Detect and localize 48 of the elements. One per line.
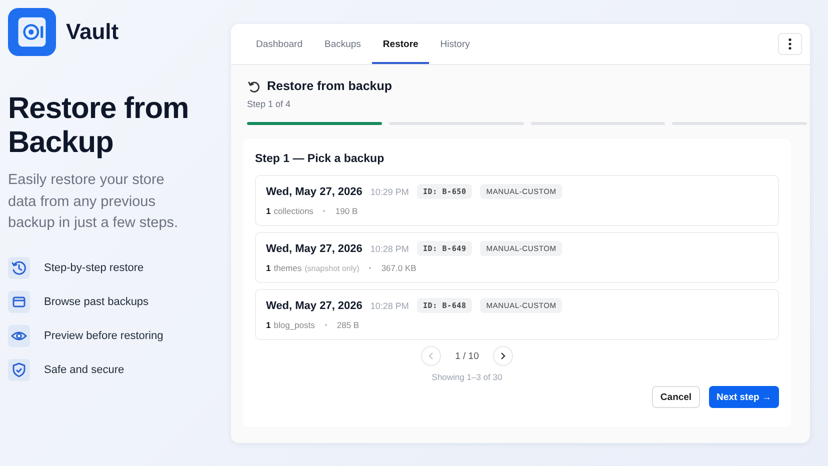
history-icon: [8, 256, 30, 278]
item-count: 1: [266, 320, 271, 330]
undo-icon: [247, 80, 260, 92]
page-indicator: 1 / 10: [455, 350, 479, 362]
more-icon: [788, 38, 792, 50]
section-title: Step 1 — Pick a backup: [255, 153, 386, 165]
next-step-button[interactable]: Next step →: [709, 386, 779, 408]
nav-tab[interactable]: Dashboard: [245, 26, 314, 64]
backup-time: 10:28 PM: [370, 244, 409, 254]
hero-subtitle: Easily restore your store data from any previous backup in just a few steps.: [8, 171, 180, 233]
separator-dot: [324, 324, 327, 326]
chevron-left-icon: [428, 352, 434, 360]
eye-icon: [8, 324, 30, 346]
backup-date: Wed, May 27, 2026: [266, 300, 362, 312]
results-summary: Showing 1–3 of 30: [432, 372, 502, 382]
backup-time: 10:28 PM: [370, 300, 409, 310]
feature-label: Safe and secure: [44, 364, 124, 376]
backup-size: 190 B: [335, 206, 358, 216]
step-counter: Step 1 of 4: [247, 99, 292, 109]
feature-label: Step-by-step restore: [44, 262, 144, 274]
brand-name: Vault: [66, 19, 119, 45]
feature-label: Preview before restoring: [44, 330, 164, 342]
shield-icon: [8, 358, 30, 380]
separator-dot: [369, 267, 372, 269]
item-type: blog_posts: [274, 320, 315, 330]
folder-icon: [8, 290, 30, 312]
backup-size: 285 B: [336, 320, 360, 330]
item-count: 1: [266, 206, 271, 216]
chevron-right-icon: [500, 352, 506, 360]
cancel-button[interactable]: Cancel: [652, 386, 700, 408]
item-count: 1: [266, 263, 271, 273]
backup-time: 10:29 PM: [370, 186, 409, 196]
hero-title: Restore from Backup: [8, 92, 190, 160]
separator-dot: [323, 210, 326, 212]
more-button[interactable]: [778, 33, 802, 55]
feature-label: Browse past backups: [44, 296, 149, 308]
backup-date: Wed, May 27, 2026: [266, 242, 362, 254]
item-note: (snapshot only): [304, 264, 360, 273]
nav-tab[interactable]: Restore: [372, 26, 430, 64]
item-type: collections: [274, 206, 314, 216]
safe-logo-icon: [8, 8, 56, 56]
item-type: themes: [274, 263, 302, 273]
nav-tab[interactable]: Backups: [313, 26, 372, 64]
backup-size: 367.0 KB: [381, 263, 416, 273]
next-page-button[interactable]: [492, 346, 513, 366]
backup-date: Wed, May 27, 2026: [266, 186, 362, 198]
nav-tab[interactable]: History: [429, 26, 481, 64]
panel-title: Restore from backup: [267, 79, 392, 93]
